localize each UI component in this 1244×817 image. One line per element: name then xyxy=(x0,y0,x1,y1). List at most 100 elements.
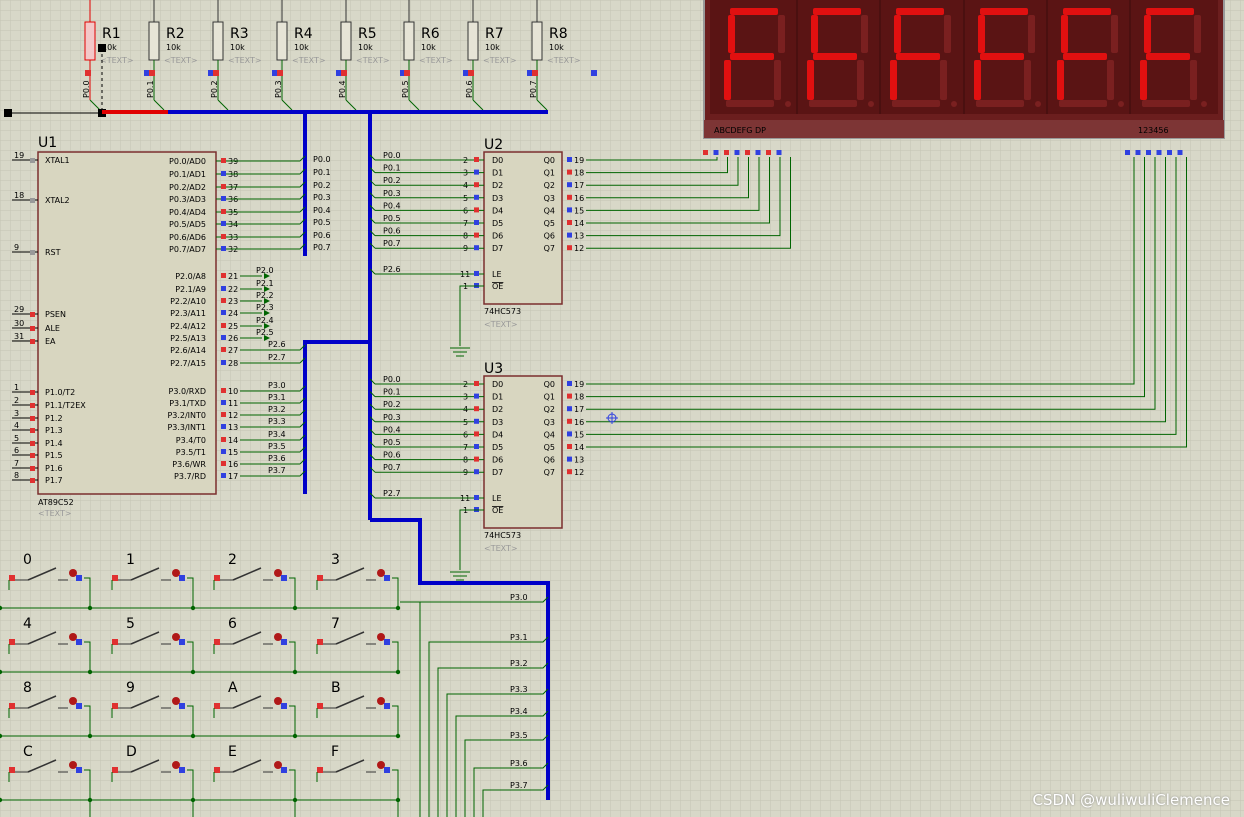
resistor-ref: R6 xyxy=(421,26,440,42)
latch-d-name: D3 xyxy=(492,418,503,427)
resistor-value: 10k xyxy=(230,43,245,52)
latch-d-net: P0.5 xyxy=(383,214,401,223)
u1-p3-name: P3.6/WR xyxy=(172,460,206,469)
display-seg-pin xyxy=(766,150,771,155)
display-seg-label: ABCDEFG DP xyxy=(714,126,766,135)
latch-d-name: D2 xyxy=(492,405,503,414)
u1-pin-name: XTAL2 xyxy=(45,196,70,205)
latch-d-net: P0.6 xyxy=(383,451,401,460)
key-pin xyxy=(112,703,118,709)
segment xyxy=(724,60,731,100)
u1-p2-name: P2.2/A10 xyxy=(170,297,206,306)
pin-marker xyxy=(567,232,572,238)
resistor-text: <TEXT> xyxy=(356,56,390,65)
latch-d-name: D4 xyxy=(492,430,503,439)
display-com-pin xyxy=(1156,150,1162,155)
u1-pin-marker xyxy=(30,441,35,446)
resistor-body xyxy=(467,21,479,61)
resistor-net: P0.0 xyxy=(82,80,91,98)
pin-marker xyxy=(474,194,479,200)
segment xyxy=(1111,15,1118,53)
keypad-port-label: P3.3 xyxy=(510,685,528,694)
key-actuator xyxy=(172,569,180,577)
u1-pin-num: 7 xyxy=(14,459,19,468)
schematic-svg[interactable]: R110k<TEXT>P0.0R210k<TEXT>P0.1R310k<TEXT… xyxy=(0,0,1244,817)
pin-marker xyxy=(221,310,226,315)
pin-marker xyxy=(221,347,226,352)
latch-q-num: 18 xyxy=(574,393,584,402)
display-com-pin xyxy=(1146,150,1151,155)
key-pin xyxy=(112,575,118,581)
u1-p2-name: P2.6/A14 xyxy=(170,346,206,355)
latch-d-name: D7 xyxy=(492,244,503,253)
segment xyxy=(809,100,857,107)
u1-pin-num: 28 xyxy=(228,359,238,368)
pin-marker xyxy=(474,232,479,238)
pin-marker xyxy=(474,169,479,175)
u1-pin-num: 18 xyxy=(14,191,24,200)
segment xyxy=(1144,15,1151,53)
u1-p0-name: P0.0/AD0 xyxy=(169,157,206,166)
display-seg-pin xyxy=(776,150,782,155)
resistor-text: <TEXT> xyxy=(228,56,262,65)
u1-pin-marker xyxy=(30,158,35,163)
display-com-pin xyxy=(1125,150,1130,155)
pin-marker xyxy=(474,456,479,462)
pin-marker xyxy=(221,412,226,417)
schematic-canvas[interactable]: R1 10k <TEXT> P0.0 R2 10k <TEXT> P0.1 R3 10k <TEXT… xyxy=(0,0,1244,817)
latch-d-net: P0.3 xyxy=(383,413,401,422)
latch-d-net: P0.1 xyxy=(383,388,401,397)
key-pin xyxy=(281,767,287,773)
resistor-body xyxy=(276,21,288,61)
u1-pin-num: 3 xyxy=(14,409,19,418)
segment xyxy=(1063,53,1107,60)
u1-pin-name: RST xyxy=(45,248,61,257)
resistor-text: <TEXT> xyxy=(164,56,198,65)
segment xyxy=(976,100,1024,107)
segment xyxy=(1140,60,1147,100)
u1-pin-name: P1.6 xyxy=(45,464,63,473)
u1-part: AT89C52 xyxy=(38,498,74,507)
resistor-net: P0.7 xyxy=(529,80,538,98)
latch-q-num: 13 xyxy=(574,232,584,241)
segment xyxy=(980,53,1024,60)
latch-d-name: D6 xyxy=(492,456,503,465)
u1-pin-marker xyxy=(30,198,35,203)
segment xyxy=(1190,60,1197,100)
resistor-text: <TEXT> xyxy=(100,56,134,65)
key-pin xyxy=(214,767,220,773)
seven-segment-display[interactable]: ABCDEFG DP 123456 xyxy=(703,0,1225,139)
segment-dp xyxy=(868,101,874,107)
u1-p2-name: P2.7/A15 xyxy=(170,359,206,368)
u1-p0-name: P0.5/AD5 xyxy=(169,220,206,229)
u1-p3-name: P3.5/T1 xyxy=(176,448,206,457)
u1-pin-marker xyxy=(30,250,35,255)
u1-pin-marker xyxy=(30,416,35,421)
pin-marker xyxy=(474,406,479,412)
u1-pin-num: 29 xyxy=(14,305,24,314)
u1-pin-num: 31 xyxy=(14,332,24,341)
resistor-text: <TEXT> xyxy=(419,56,453,65)
bus-net-label: P0.5 xyxy=(313,218,331,227)
u1-pin-num: 23 xyxy=(228,297,238,306)
pin-marker xyxy=(567,220,572,225)
pin-marker xyxy=(567,456,572,462)
keypad-port-label: P3.7 xyxy=(510,781,528,790)
segment xyxy=(1028,15,1035,53)
key-pin xyxy=(214,639,220,645)
key-label: B xyxy=(331,680,341,696)
display-com-pin xyxy=(1135,150,1141,155)
u1-at89c52[interactable]: U1AT89C52<TEXT>19XTAL118XTAL29RST29PSEN3… xyxy=(14,135,238,518)
pin-marker xyxy=(567,418,572,424)
key-label: D xyxy=(126,744,137,760)
latch-d-net: P0.6 xyxy=(383,227,401,236)
u1-pin-num: 1 xyxy=(14,383,19,392)
u1-pin-num: 10 xyxy=(228,387,238,396)
segment xyxy=(728,15,735,53)
pin-marker xyxy=(221,473,226,478)
keypad-port-label: P3.2 xyxy=(510,659,528,668)
key-label: 5 xyxy=(126,616,135,632)
key-label: 0 xyxy=(23,552,32,568)
latch-q-name: Q1 xyxy=(544,393,555,402)
latch-q-name: Q6 xyxy=(544,456,555,465)
